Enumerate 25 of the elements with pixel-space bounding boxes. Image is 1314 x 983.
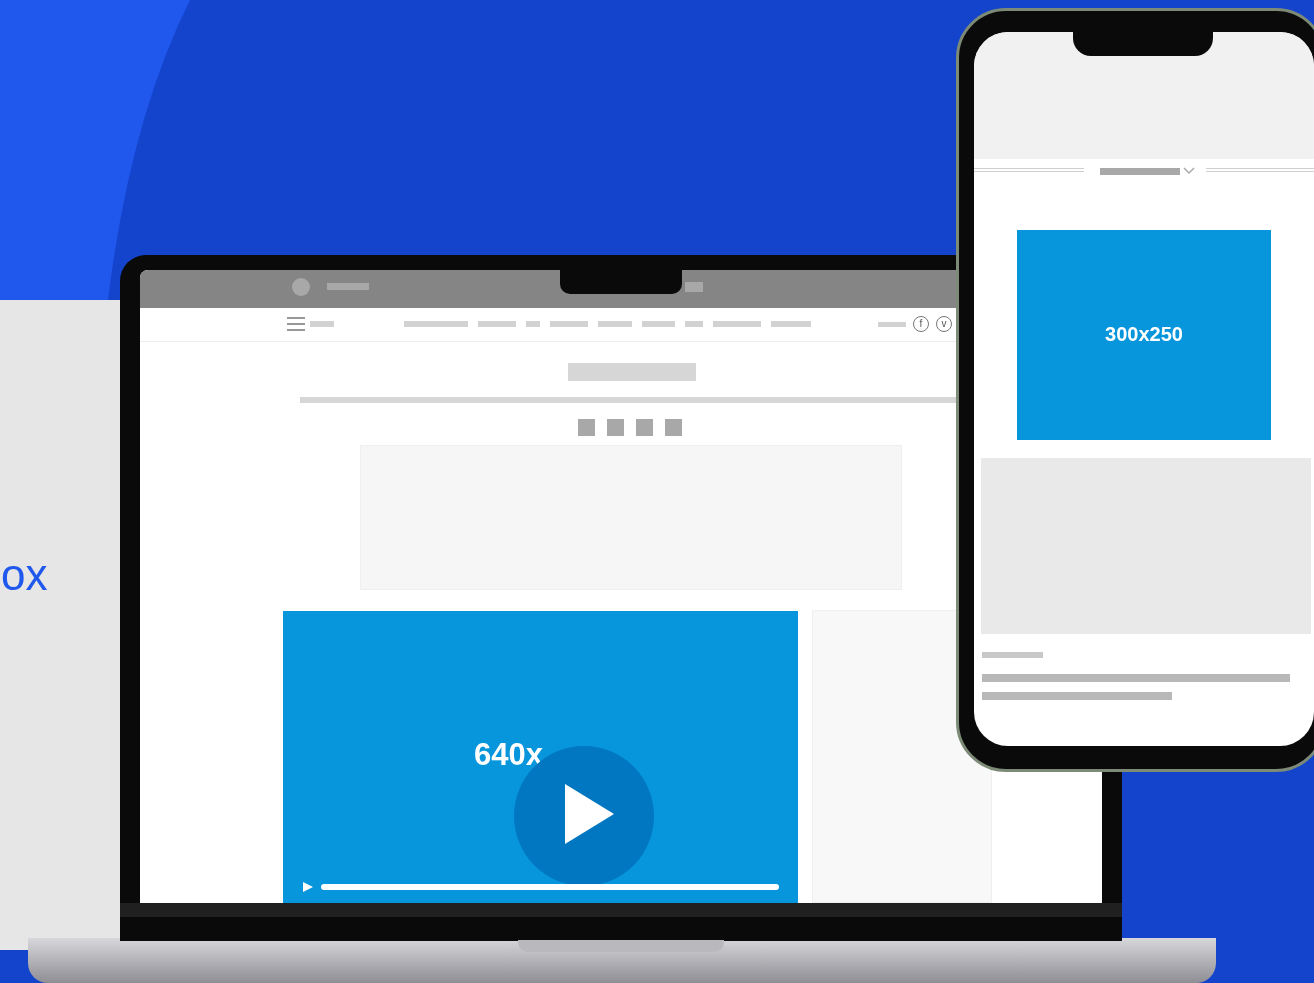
placeholder-square — [578, 419, 595, 436]
placeholder-bar — [404, 321, 468, 327]
placeholder-square — [665, 419, 682, 436]
placeholder-bar — [685, 321, 703, 327]
small-play-icon[interactable] — [302, 881, 314, 893]
placeholder-bar — [713, 321, 761, 327]
placeholder-bar — [982, 652, 1043, 658]
placeholder-bar — [642, 321, 675, 327]
placeholder-bar — [598, 321, 632, 327]
placeholder-bar — [478, 321, 516, 327]
progress-track[interactable] — [321, 884, 779, 890]
heading-text: ox — [1, 553, 48, 597]
placeholder-bar — [771, 321, 811, 327]
placeholder-bar — [327, 283, 369, 290]
placeholder-square — [636, 419, 653, 436]
chevron-down-icon[interactable] — [1183, 167, 1195, 175]
placeholder-bar — [310, 321, 334, 327]
ad-size-label: 640x — [474, 739, 543, 770]
placeholder-square — [607, 419, 624, 436]
placeholder-bar — [550, 321, 588, 327]
ad-size-label: 300x250 — [1105, 321, 1183, 347]
placeholder-bar — [878, 322, 906, 327]
menu-icon[interactable] — [287, 317, 305, 331]
placeholder-bar — [526, 321, 540, 327]
placeholder-bar — [685, 282, 703, 292]
